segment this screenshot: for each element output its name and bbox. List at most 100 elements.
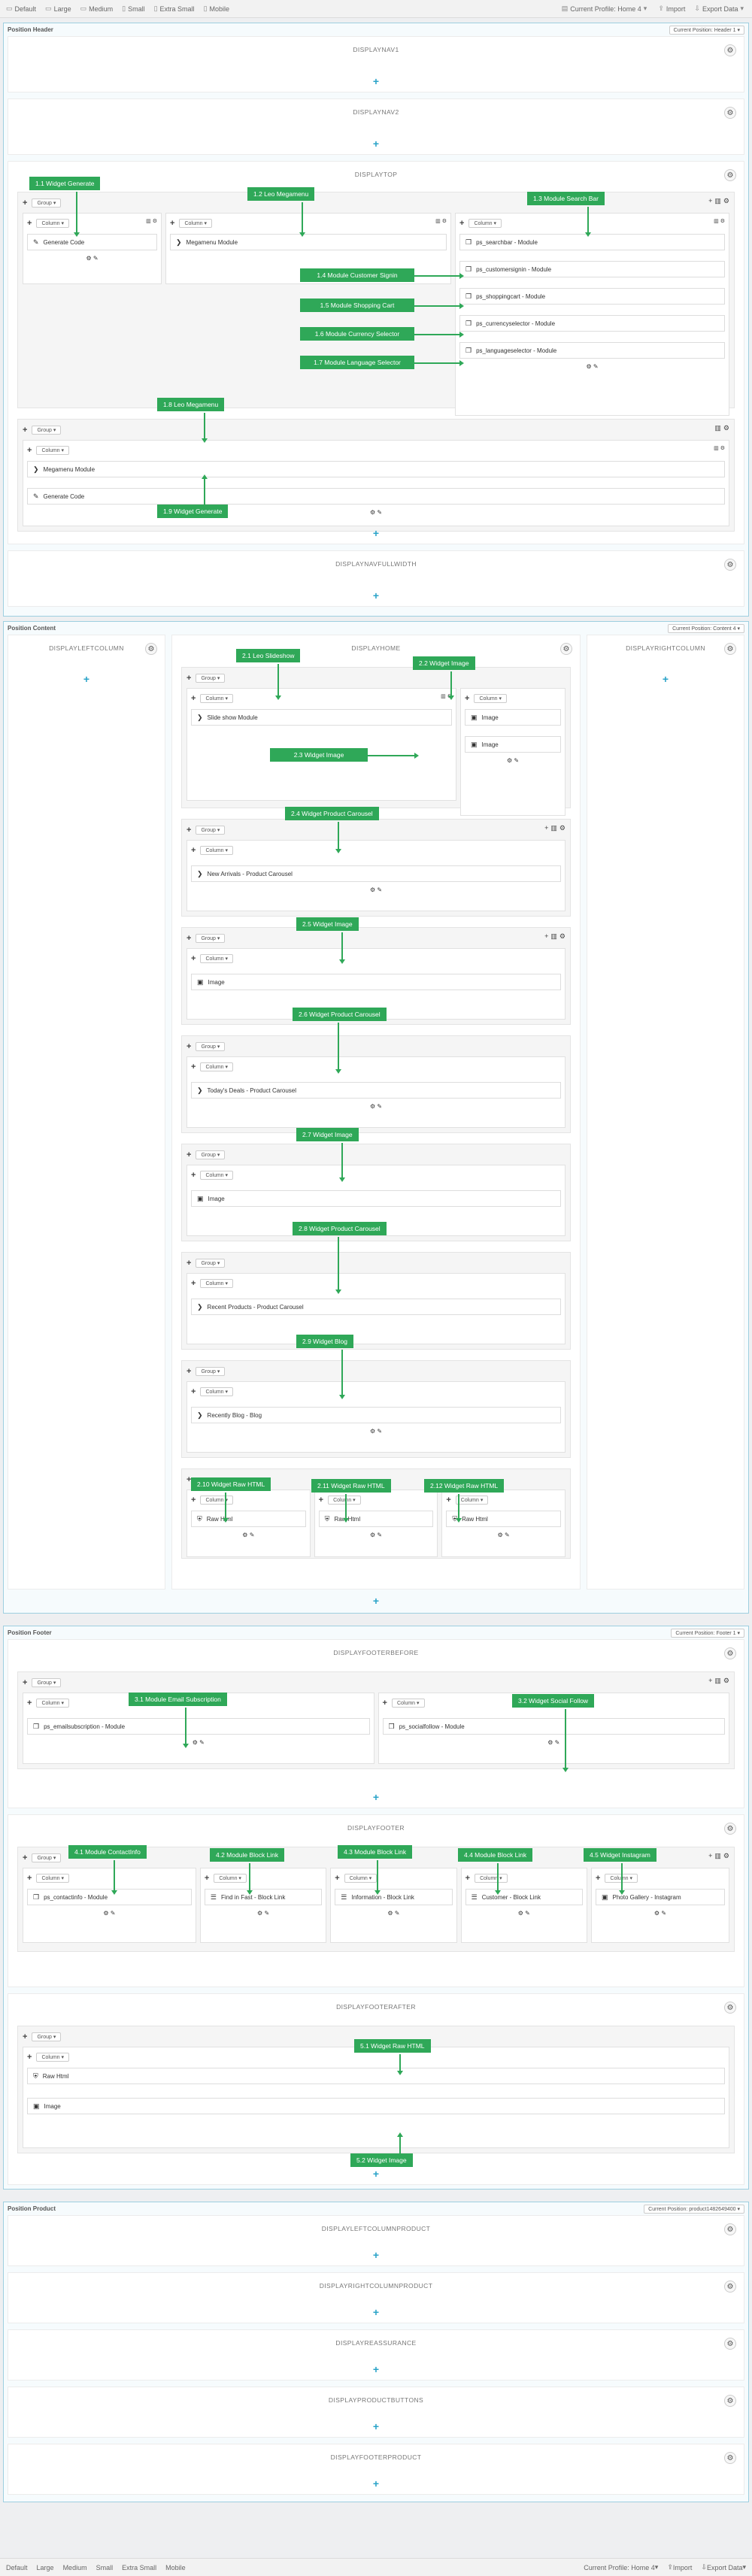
group-select[interactable]: Group ▾ — [196, 1367, 226, 1376]
add-icon[interactable]: + — [8, 673, 165, 685]
gear-icon[interactable]: ⚙ — [720, 445, 725, 451]
view-small[interactable]: ▯ Small — [122, 5, 144, 13]
column-select[interactable]: Column ▾ — [200, 846, 234, 855]
column-select[interactable]: Column ▾ — [474, 694, 508, 703]
module-image[interactable]: ▣ Image — [27, 2098, 725, 2114]
pencil-icon[interactable]: ✎ — [250, 1532, 255, 1538]
module-raw-html[interactable]: ⛨ Raw Html — [191, 1511, 306, 1527]
profile-select[interactable]: Current Profile: Home 4 ▾ — [584, 2563, 658, 2571]
module-image[interactable]: ▣ Image — [465, 736, 561, 753]
gear-icon[interactable]: ⚙ — [86, 255, 91, 262]
column-select[interactable]: Column ▾ — [200, 1387, 234, 1396]
columns-icon[interactable]: ▥ — [714, 218, 719, 224]
pencil-icon[interactable]: ✎ — [555, 1739, 560, 1746]
columns-icon[interactable]: ▥ — [441, 693, 446, 699]
column-select[interactable]: Column ▾ — [36, 1874, 70, 1883]
add-icon[interactable]: + — [446, 1496, 450, 1505]
add-icon[interactable]: + — [544, 824, 548, 832]
column-select[interactable]: Column ▾ — [200, 1062, 234, 1071]
group-select[interactable]: Group ▾ — [196, 826, 226, 835]
columns-icon[interactable]: ▥ — [714, 445, 719, 451]
add-icon[interactable]: + — [383, 1699, 387, 1708]
view-medium[interactable]: ▭ Medium — [80, 5, 114, 13]
pencil-icon[interactable]: ✎ — [514, 757, 519, 764]
column-select[interactable]: Column ▾ — [200, 1496, 234, 1505]
gear-icon[interactable]: ⚙ — [370, 509, 375, 516]
module-raw-html[interactable]: ⛨ Raw Html — [318, 1511, 434, 1527]
module-instagram[interactable]: ▣ Photo Gallery - Instagram — [595, 1889, 725, 1905]
module-image[interactable]: ▣ Image — [465, 709, 561, 726]
group-select[interactable]: Group ▾ — [196, 934, 226, 943]
module-megamenu[interactable]: ❯ Megamenu Module — [170, 234, 447, 250]
add-icon[interactable]: + — [8, 527, 744, 539]
product-position-select[interactable]: Current Position: product1482649400 ▾ — [644, 2204, 744, 2214]
view-mobile[interactable]: ▯ Mobile — [204, 5, 229, 13]
gear-icon[interactable]: ⚙ — [724, 2281, 736, 2293]
gear-icon[interactable]: ⚙ — [442, 218, 447, 224]
add-icon[interactable]: + — [186, 934, 191, 943]
view-small[interactable]: Small — [96, 2564, 114, 2571]
add-icon[interactable]: + — [27, 219, 32, 228]
add-icon[interactable]: + — [27, 2053, 32, 2062]
columns-icon[interactable]: ▥ — [146, 218, 151, 224]
view-mobile[interactable]: Mobile — [165, 2564, 186, 2571]
pencil-icon[interactable]: ✎ — [93, 255, 99, 262]
gear-icon[interactable]: ⚙ — [724, 2395, 736, 2407]
column-select[interactable]: Column ▾ — [36, 219, 70, 228]
view-extra-small[interactable]: Extra Small — [122, 2564, 156, 2571]
columns-icon[interactable]: ▥ — [714, 197, 721, 205]
gear-icon[interactable]: ⚙ — [370, 886, 375, 893]
add-icon[interactable]: + — [8, 2363, 744, 2375]
column-select[interactable]: Column ▾ — [344, 1874, 378, 1883]
add-icon[interactable]: + — [23, 1853, 27, 1862]
pencil-icon[interactable]: ✎ — [395, 1910, 400, 1917]
group-select[interactable]: Group ▾ — [196, 1259, 226, 1268]
module-generate-code[interactable]: ✎ Generate Code — [27, 488, 725, 505]
gear-icon[interactable]: ⚙ — [547, 1739, 553, 1746]
module-socialfollow[interactable]: ❒ ps_socialfollow - Module — [382, 1718, 725, 1735]
column-select[interactable]: Column ▾ — [200, 694, 234, 703]
gear-icon[interactable]: ⚙ — [724, 107, 736, 119]
module-customersignin[interactable]: ❒ ps_customersignin - Module — [459, 261, 725, 277]
gear-icon[interactable]: ⚙ — [370, 1532, 375, 1538]
add-icon[interactable]: + — [27, 446, 32, 455]
add-icon[interactable]: + — [459, 219, 464, 228]
columns-icon[interactable]: ▥ — [714, 1852, 721, 1860]
group-select[interactable]: Group ▾ — [32, 426, 62, 435]
gear-icon[interactable]: ⚙ — [559, 932, 566, 941]
module-image[interactable]: ▣ Image — [191, 1190, 561, 1207]
add-icon[interactable]: + — [186, 1150, 191, 1159]
add-icon[interactable]: + — [191, 1279, 196, 1288]
view-default[interactable]: Default — [6, 2564, 28, 2571]
module-searchbar[interactable]: ❒ ps_searchbar - Module — [459, 234, 725, 250]
pencil-icon[interactable]: ✎ — [199, 1739, 205, 1746]
add-icon[interactable]: + — [335, 1874, 339, 1883]
gear-icon[interactable]: ⚙ — [193, 1739, 198, 1746]
gear-icon[interactable]: ⚙ — [724, 2002, 736, 2014]
column-select[interactable]: Column ▾ — [36, 446, 70, 455]
add-icon[interactable]: + — [8, 589, 744, 602]
gear-icon[interactable]: ⚙ — [257, 1910, 262, 1917]
module-raw-html[interactable]: ⛨ Raw Html — [27, 2068, 725, 2084]
footer-position-select[interactable]: Current Position: Footer 1 ▾ — [671, 1628, 744, 1638]
view-extra-small[interactable]: ▯ Extra Small — [154, 5, 195, 13]
add-icon[interactable]: + — [186, 674, 191, 683]
module-contactinfo[interactable]: ❒ ps_contactinfo - Module — [27, 1889, 192, 1905]
gear-icon[interactable]: ⚙ — [723, 197, 729, 205]
group-select[interactable]: Group ▾ — [32, 199, 62, 208]
gear-icon[interactable]: ⚙ — [370, 1428, 375, 1435]
gear-icon[interactable]: ⚙ — [724, 169, 736, 181]
gear-icon[interactable]: ⚙ — [498, 1532, 503, 1538]
pencil-icon[interactable]: ✎ — [377, 1532, 382, 1538]
pencil-icon[interactable]: ✎ — [661, 1910, 666, 1917]
add-icon[interactable]: + — [186, 826, 191, 835]
group-select[interactable]: Group ▾ — [196, 674, 226, 683]
gear-icon[interactable]: ⚙ — [242, 1532, 247, 1538]
columns-icon[interactable]: ▥ — [550, 824, 557, 832]
add-icon[interactable]: + — [186, 1042, 191, 1051]
gear-icon[interactable]: ⚙ — [370, 1103, 375, 1110]
column-select[interactable]: Column ▾ — [475, 1874, 508, 1883]
gear-icon[interactable]: ⚙ — [724, 1647, 736, 1659]
pencil-icon[interactable]: ✎ — [505, 1532, 510, 1538]
column-select[interactable]: Column ▾ — [200, 954, 234, 963]
